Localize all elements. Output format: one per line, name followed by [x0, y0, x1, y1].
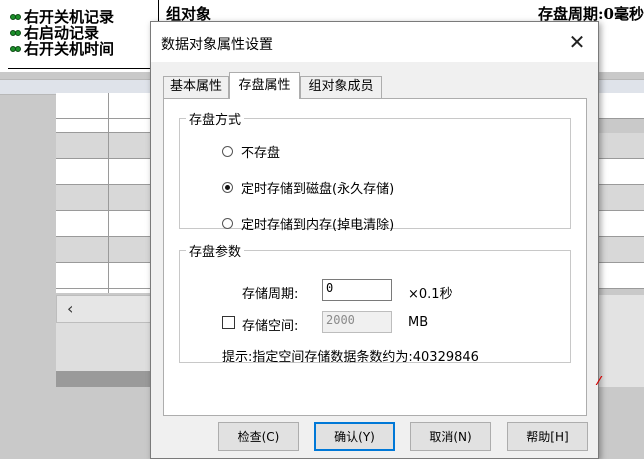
table-row: [56, 237, 156, 263]
background-red-mark: ⁄: [598, 374, 601, 388]
tab-group-members[interactable]: 组对象成员: [300, 76, 382, 98]
radio-store-to-disk[interactable]: 定时存储到磁盘(永久存储): [222, 178, 394, 197]
list-item[interactable]: 右开关机记录: [10, 6, 114, 26]
table-row: [56, 263, 156, 289]
table-row: [598, 159, 644, 185]
space-unit: MB: [408, 315, 429, 330]
space-label: 存储空间:: [242, 319, 299, 334]
period-unit: ×0.1秒: [408, 287, 453, 302]
table-row: [598, 185, 644, 211]
list-item[interactable]: 右启动记录: [10, 22, 99, 42]
table-row: [56, 211, 156, 237]
object-list: 右开关机记录 右启动记录 右开关机时间: [8, 0, 159, 70]
storage-mode-group: 存盘方式 不存盘 定时存储到磁盘(永久存储) 定时存储到内存(掉电清除): [179, 109, 571, 233]
radio-store-to-memory[interactable]: 定时存储到内存(掉电清除): [222, 214, 394, 233]
background-bar: [56, 371, 156, 387]
table-row: [598, 133, 644, 159]
storage-space-checkbox[interactable]: [222, 316, 235, 329]
tab-basic-properties[interactable]: 基本属性: [163, 76, 229, 98]
status-icon: [10, 43, 22, 55]
radio-button[interactable]: [222, 218, 233, 229]
radio-button[interactable]: [222, 146, 233, 157]
period-label: 存储周期:: [242, 287, 299, 302]
tab-storage-properties[interactable]: 存盘属性: [229, 72, 300, 99]
table-row: [598, 263, 644, 289]
table-column-divider: [108, 93, 109, 293]
dialog-title: 数据对象属性设置: [161, 36, 273, 52]
space-input[interactable]: 2000: [322, 311, 392, 333]
storage-properties-panel: 存盘方式 不存盘 定时存储到磁盘(永久存储) 定时存储到内存(掉电清除) 存盘参…: [163, 98, 587, 416]
storage-params-group: 存盘参数 存储周期: 0 ×0.1秒 存储空间: 2000 MB 提示:指定空间…: [179, 241, 571, 365]
period-input[interactable]: 0: [322, 279, 392, 301]
storage-hint: 提示:指定空间存储数据条数约为:40329846: [222, 350, 479, 365]
object-properties-dialog: 数据对象属性设置 ✕ 基本属性 存盘属性 组对象成员 存盘方式 不存盘 定时存储…: [150, 21, 599, 459]
close-icon[interactable]: ✕: [562, 28, 592, 56]
confirm-button[interactable]: 确认(Y): [314, 422, 395, 451]
table-row: [56, 133, 156, 159]
background-table: [56, 93, 156, 293]
table-row: [56, 159, 156, 185]
table-row: [56, 107, 156, 133]
table-row: [56, 185, 156, 211]
dialog-titlebar[interactable]: 数据对象属性设置 ✕: [151, 22, 598, 62]
list-divider: [8, 68, 158, 69]
radio-button-selected[interactable]: [222, 182, 233, 193]
background-table-right: [598, 93, 644, 293]
help-button[interactable]: 帮助[H]: [507, 422, 588, 451]
check-button[interactable]: 检查(C): [218, 422, 299, 451]
table-row: [598, 93, 644, 119]
table-row: [598, 237, 644, 263]
storage-mode-legend: 存盘方式: [189, 113, 242, 128]
table-row: [598, 211, 644, 237]
background-panel: [56, 323, 156, 371]
radio-no-storage[interactable]: 不存盘: [222, 142, 280, 161]
chevron-left-icon[interactable]: ‹: [67, 299, 73, 318]
horizontal-scrollbar[interactable]: ‹: [56, 295, 156, 323]
list-item[interactable]: 右开关机时间: [10, 38, 114, 58]
cancel-button[interactable]: 取消(N): [410, 422, 491, 451]
storage-params-legend: 存盘参数: [189, 245, 242, 260]
